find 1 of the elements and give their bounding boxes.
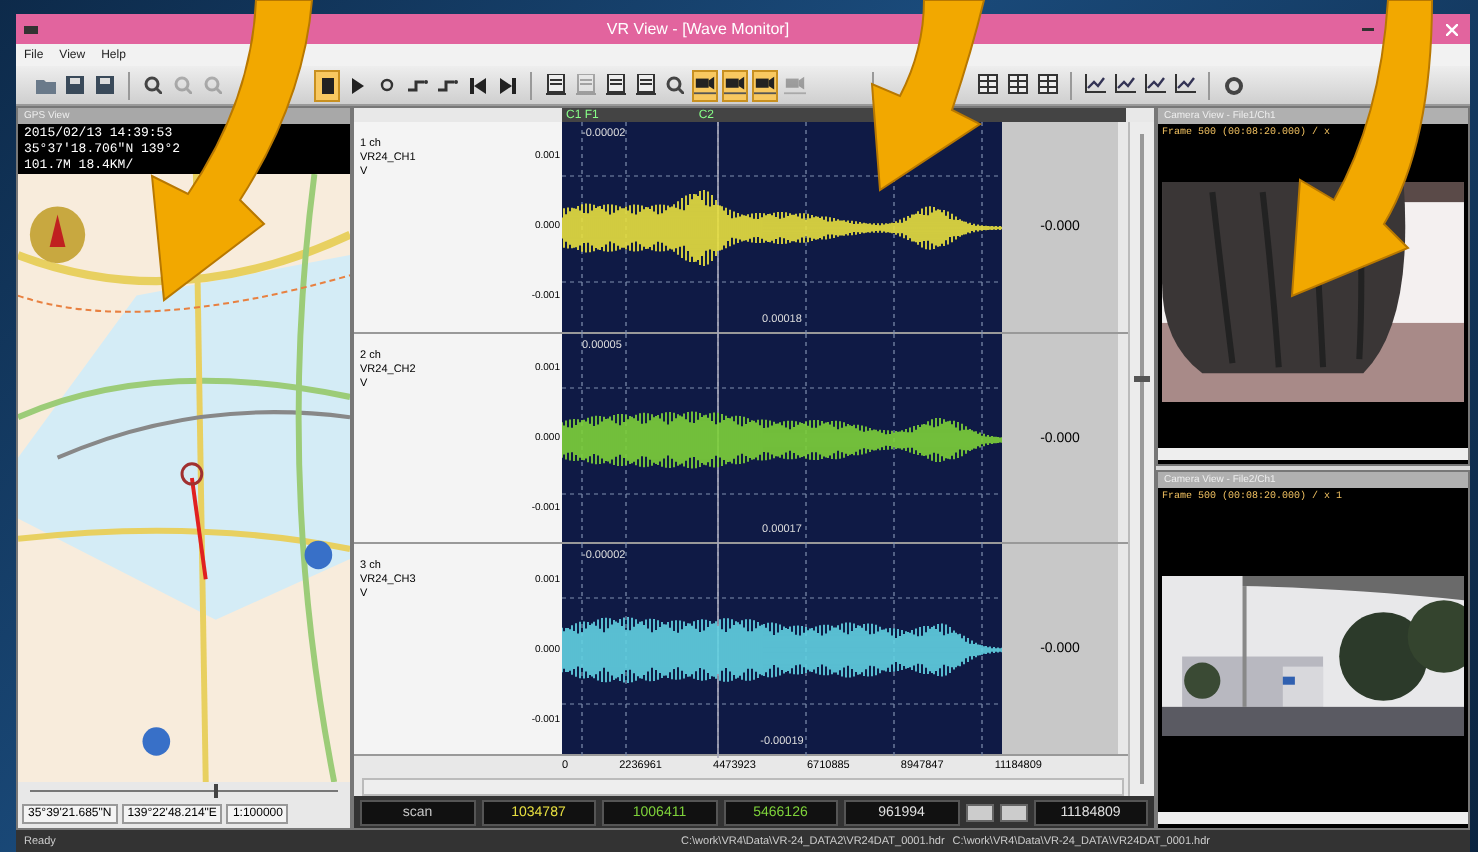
window-title: VR View - [Wave Monitor] (604, 20, 792, 38)
